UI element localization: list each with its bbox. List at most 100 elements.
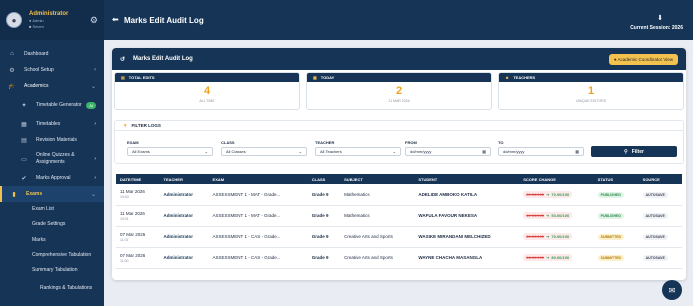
new-score: 70.00/100 <box>551 234 570 239</box>
status-cell: SUBMITTED <box>593 226 639 248</box>
audit-log-card: ↺ Marks Edit Audit Log ● Academic Coordi… <box>112 48 686 280</box>
source-cell: AUTOSAVE <box>638 226 682 248</box>
chevron-down-icon: ⌄ <box>90 191 96 198</box>
card-header: ↺ Marks Edit Audit Log ● Academic Coordi… <box>112 48 686 70</box>
exam-filter-label: EXAM <box>127 140 139 145</box>
arrow-right-icon: ➜ <box>546 191 550 197</box>
check-circle-icon: ✔ <box>21 175 27 182</box>
chevron-right-icon: › <box>94 175 96 181</box>
new-score: 53.00/100 <box>551 213 570 218</box>
to-date-input[interactable]: dd/mm/yyyy ▦ <box>498 147 584 156</box>
page-title: Marks Edit Audit Log <box>124 16 204 25</box>
student-cell: WASIKE MIRANDANI MELCHIZED <box>414 226 520 248</box>
current-session: Current Session: 2026 <box>630 25 683 31</box>
table-row: 11 Mar 2026 19:01 Administrator ASSESSMEN… <box>116 205 682 227</box>
date-cell: 11 Mar 2026 19:03 <box>116 184 160 206</box>
stat-header: ☻ TEACHERS <box>499 73 683 82</box>
column-header: STUDENT <box>418 176 438 182</box>
table-row: 07 Mar 2026 11:00 Administrator ASSESSMEN… <box>116 247 682 269</box>
student-cell: ADELIDE AMBOKO KATILA <box>414 184 520 206</box>
sidebar-item-online-quizzes[interactable]: ▭ Online Quizzes & Assignments › <box>0 148 104 170</box>
calendar-icon[interactable]: ▦ <box>482 149 486 154</box>
chevron-right-icon: › <box>94 121 96 127</box>
sidebar-item-marks-approval[interactable]: ✔ Marks Approval › <box>0 170 104 186</box>
sidebar-item-marks[interactable]: Marks <box>0 233 104 248</box>
history-icon: ↺ <box>120 56 126 63</box>
status-badge: SUBMITTED <box>597 255 625 261</box>
sidebar-item-label: School Setup <box>24 67 54 73</box>
sidebar-item-exams[interactable]: ▮ Exams ⌄ <box>0 186 104 202</box>
class-filter-label: CLASS <box>221 140 235 145</box>
sidebar-item-comprehensive-tabulation[interactable]: Comprehensive Tabulation <box>0 248 104 263</box>
sidebar-item-school-setup[interactable]: ⚙ School Setup › <box>0 62 104 78</box>
user-profile[interactable]: ● Administrator ● Admin ■ Seven ⚙ <box>0 0 104 40</box>
table-row: 11 Mar 2026 19:03 Administrator ASSESSMEN… <box>116 184 682 206</box>
score-change: 50.00/100 ➜ 70.00/100 <box>523 190 573 198</box>
stats-row: ▤ TOTAL EDITS 4 ALL TIME ▦ TODAY 2 11 MAR … <box>114 72 684 110</box>
class-cell: Grade 9 <box>307 184 341 206</box>
status-badge: PUBLISHED <box>597 191 624 198</box>
user-role-text: Admin <box>32 18 44 23</box>
arrow-right-icon: ➜ <box>546 255 550 260</box>
sidebar-item-summary-tabulation[interactable]: Summary Tabulation <box>0 263 104 278</box>
sidebar-item-rankings[interactable]: Rankings & Tabulations <box>0 278 104 298</box>
calendar-icon: ▦ <box>21 121 27 128</box>
column-header: SOURCE <box>642 176 660 182</box>
class-cell: Grade 9 <box>307 226 341 248</box>
exam-cell: ASSESSMENT 1 - CAS - Grade... <box>208 247 308 269</box>
sidebar-item-academics[interactable]: 🎓 Academics ⌄ <box>0 78 104 94</box>
stat-header: ▦ TODAY <box>307 73 491 82</box>
filter-button[interactable]: ⚲ Filter <box>591 146 677 157</box>
score-change-cell: 50.00/100 ➜ 70.00/100 <box>519 184 594 206</box>
class-select[interactable]: All Classes ⌄ <box>221 147 307 156</box>
academic-coordinator-view-button[interactable]: ● Academic Coordinator View <box>608 53 678 65</box>
sidebar-item-timetables[interactable]: ▦ Timetables › <box>0 116 104 132</box>
filter-button-label: Filter <box>631 148 644 155</box>
sidebar-item-revision-materials[interactable]: ▤ Revision Materials <box>0 132 104 148</box>
subject-cell: Creative Arts and Sports <box>340 247 415 269</box>
filter-icon: ▼ <box>123 123 128 128</box>
calendar-icon: ▦ <box>313 75 317 80</box>
stat-label: TODAY <box>320 75 335 80</box>
chevron-down-icon: ⌄ <box>298 149 302 154</box>
new-score: 80.00/100 <box>551 255 570 260</box>
home-icon: ⌂ <box>10 51 14 57</box>
date-cell: 11 Mar 2026 19:01 <box>116 205 160 227</box>
sidebar-item-grade-settings[interactable]: Grade Settings <box>0 217 104 232</box>
card-title: Marks Edit Audit Log <box>133 56 193 62</box>
sidebar-item-label: Revision Materials <box>36 136 77 143</box>
date-cell: 07 Mar 2026 11:00 <box>116 247 160 269</box>
calendar-icon[interactable]: ▦ <box>575 149 579 154</box>
back-arrow-icon[interactable]: ⬅ <box>112 15 119 24</box>
top-bar: ⬅ Marks Edit Audit Log ⬇ Current Session… <box>104 0 693 40</box>
class-cell: Grade 9 <box>307 247 341 269</box>
teacher-select[interactable]: All Teachers ⌄ <box>315 147 401 156</box>
exam-select[interactable]: All Exams ⌄ <box>127 147 213 156</box>
sidebar-nav: ⌂ Dashboard ⚙ School Setup › 🎓 Academics… <box>0 40 104 298</box>
old-score: 60.00/100 <box>526 234 545 239</box>
date-cell: 07 Mar 2026 11:01 <box>116 226 160 248</box>
filter-title: FILTER LOGS <box>131 123 161 128</box>
status-cell: PUBLISHED <box>593 184 639 206</box>
column-header: SUBJECT <box>344 176 363 182</box>
download-icon[interactable]: ⬇ <box>657 14 663 22</box>
stat-value: 4 <box>203 85 211 97</box>
list-icon: ▤ <box>121 75 125 80</box>
status-badge: PUBLISHED <box>597 213 624 219</box>
sidebar-item-timetable-generator[interactable]: ✦ Timetable Generator AI <box>0 94 104 116</box>
from-date-value: dd/mm/yyyy <box>410 149 432 154</box>
sidebar-item-dashboard[interactable]: ⌂ Dashboard <box>0 46 104 62</box>
stat-sub: 11 MAR 2026 <box>388 99 410 103</box>
score-change-cell: 66.00/100 ➜ 80.00/100 <box>519 247 594 269</box>
sidebar-item-label: Dashboard <box>24 51 49 57</box>
column-header: TEACHER <box>163 176 183 182</box>
score-change: 66.00/100 ➜ 80.00/100 <box>523 254 573 261</box>
from-date-input[interactable]: dd/mm/yyyy ▦ <box>405 147 491 156</box>
chat-bubble-icon: ✉ <box>668 285 676 295</box>
chat-button[interactable]: ✉ <box>662 280 682 300</box>
user-role: ● Admin <box>29 18 44 23</box>
settings-gear-icon[interactable]: ⚙ <box>90 15 98 26</box>
teacher-cell: Administrator <box>159 184 209 206</box>
sidebar-item-exam-list[interactable]: Exam List <box>0 202 104 217</box>
exam-filter: EXAM All Exams ⌄ <box>127 140 213 156</box>
